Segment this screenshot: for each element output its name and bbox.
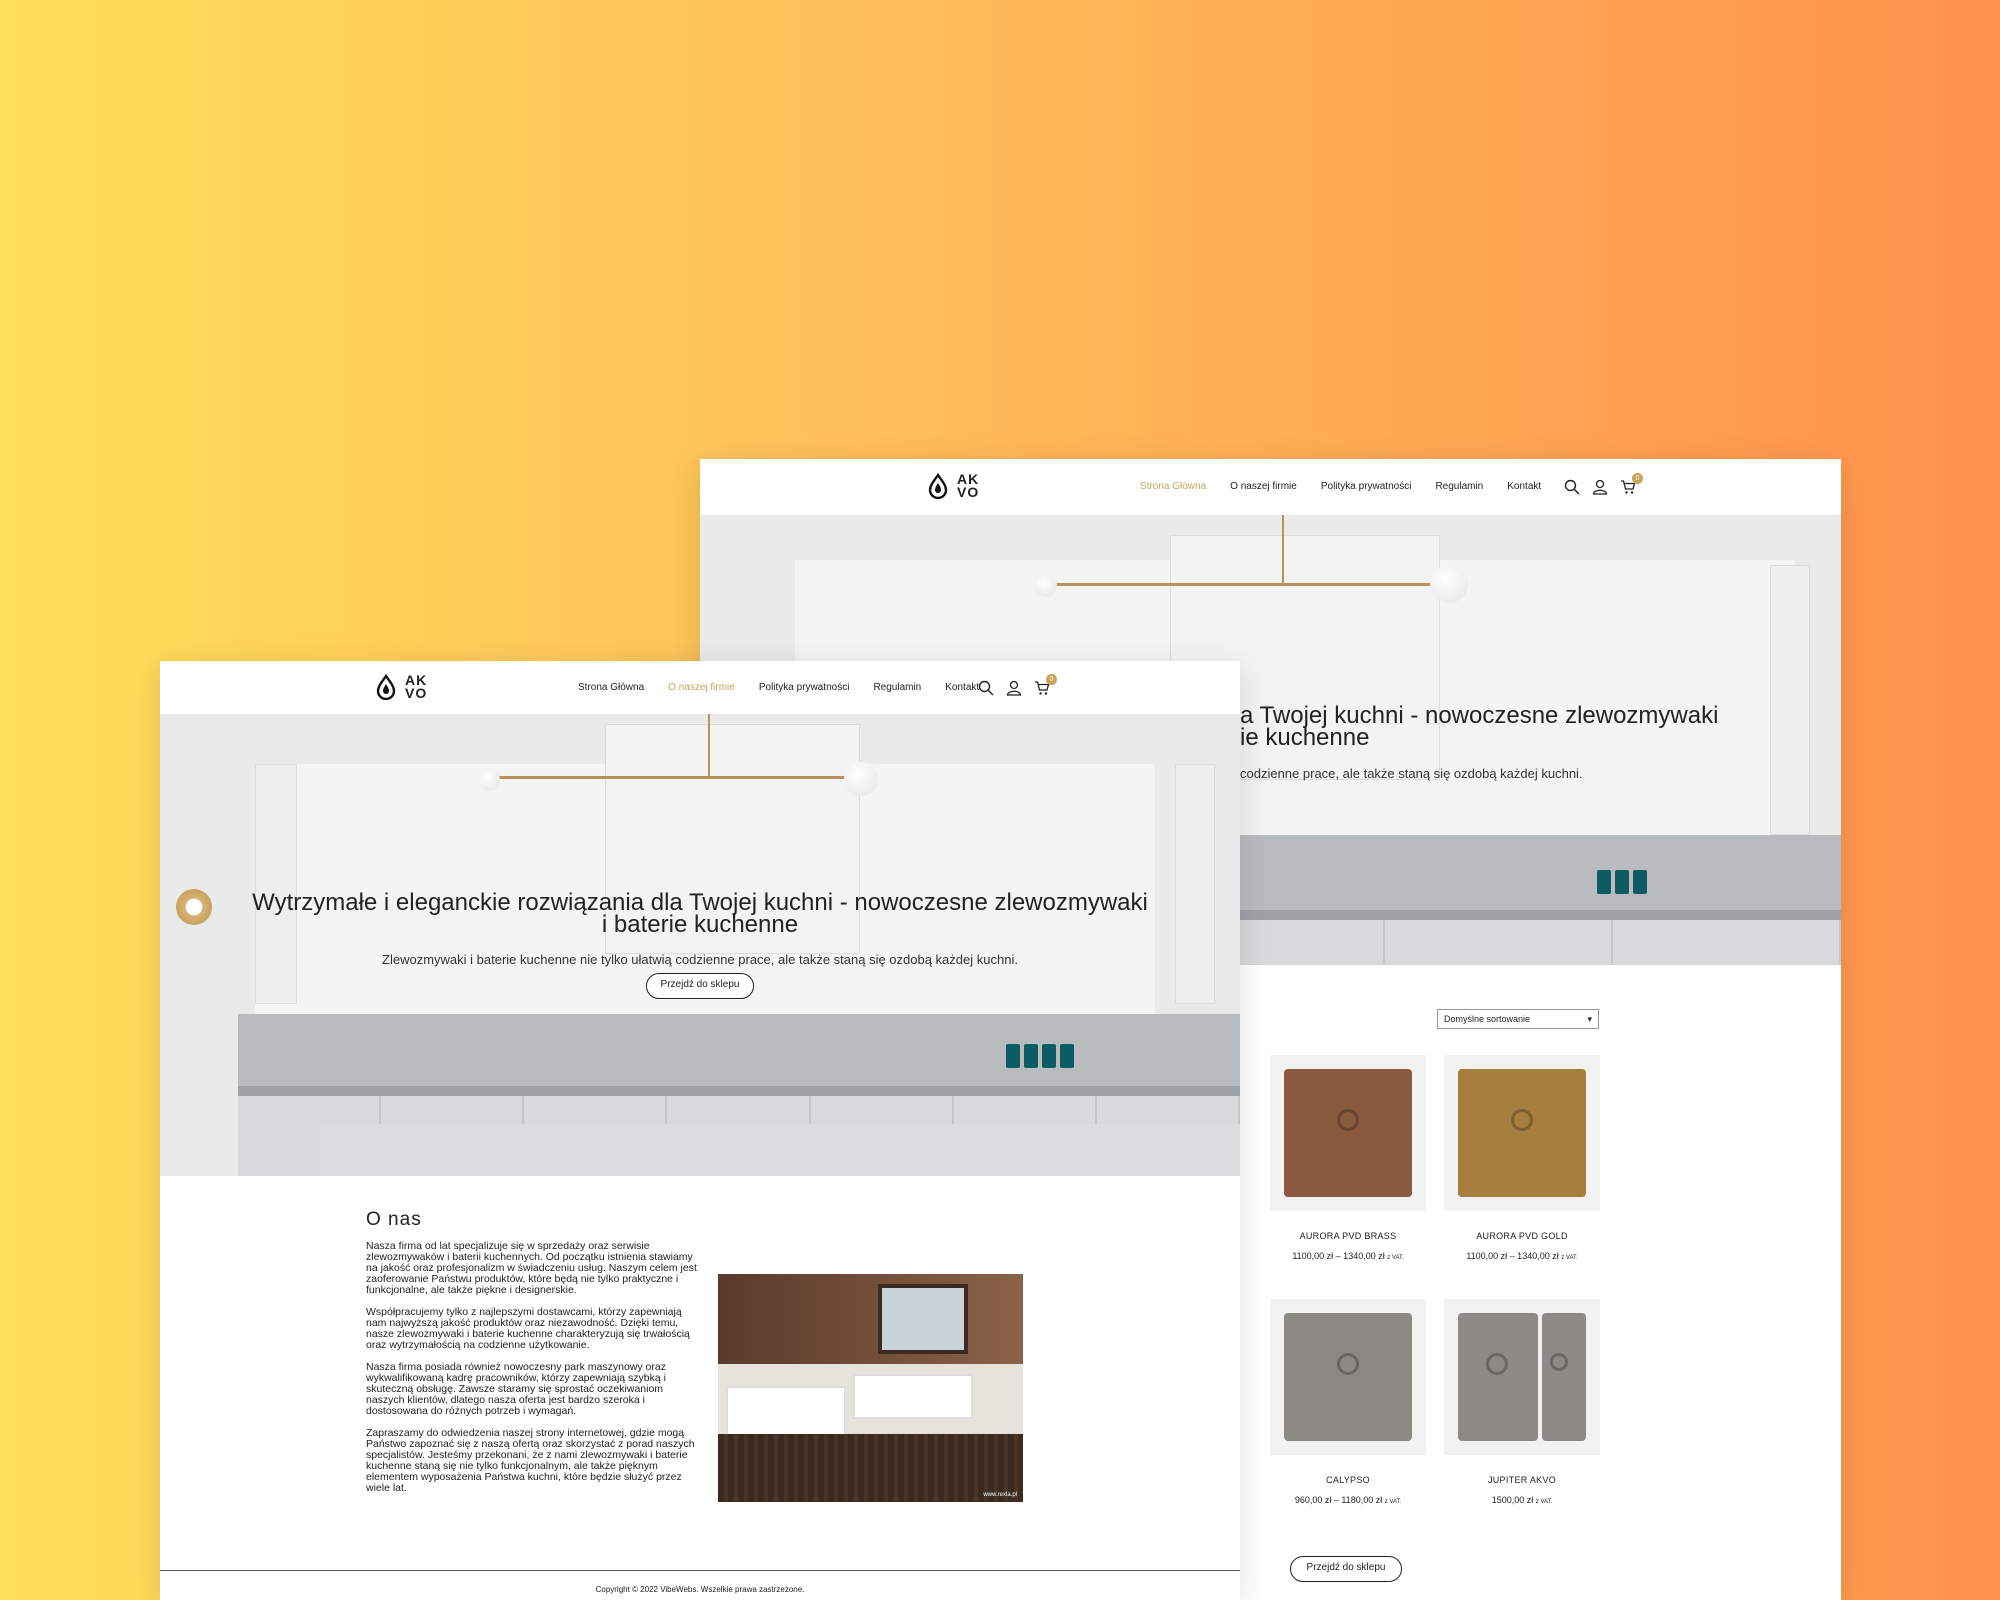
about-text: Nasza firma od lat specjalizuje się w sp…: [366, 1241, 701, 1505]
footer-divider: [160, 1570, 1240, 1571]
nav-about[interactable]: O naszej firmie: [1230, 481, 1297, 492]
cart-count-badge: 0: [1046, 674, 1057, 685]
header-icons: 0: [1564, 473, 1643, 495]
nav-contact[interactable]: Kontakt: [1507, 481, 1541, 492]
cart-button[interactable]: 0: [1620, 473, 1643, 495]
product-image[interactable]: [1444, 1299, 1600, 1455]
nav-contact[interactable]: Kontakt: [945, 682, 979, 693]
product-image[interactable]: [1270, 1055, 1426, 1211]
product-price: 960,00 zł – 1180,00 zł z VAT.: [1294, 1495, 1402, 1505]
go-to-shop-button[interactable]: Przejdź do sklepu: [1290, 1556, 1402, 1582]
sort-select[interactable]: Domyślne sortowanie ▾: [1437, 1009, 1599, 1029]
go-to-shop-button[interactable]: Przejdź do sklepu: [646, 973, 754, 999]
nav-terms[interactable]: Regulamin: [873, 682, 921, 693]
product-image[interactable]: [1444, 1055, 1600, 1211]
header: AK VO Strona Główna O naszej firmie Polit…: [160, 661, 1240, 714]
about-paragraph: Nasza firma posiada również nowoczesny p…: [366, 1361, 666, 1417]
nav-home[interactable]: Strona Główna: [1140, 481, 1206, 492]
nav-home[interactable]: Strona Główna: [578, 682, 644, 693]
photo-watermark: www.rexla.pl: [983, 1492, 1017, 1498]
search-icon[interactable]: [1564, 479, 1580, 495]
main-nav: Strona Główna O naszej firmie Polityka p…: [578, 682, 979, 693]
product-card[interactable]: JUPITER AKVO 1500,00 zł z VAT.: [1442, 1299, 1602, 1505]
product-name[interactable]: AURORA PVD BRASS: [1268, 1231, 1428, 1241]
product-price: 1100,00 zł – 1340,00 zł z VAT.: [1292, 1251, 1404, 1261]
nav-terms[interactable]: Regulamin: [1435, 481, 1483, 492]
header-icons: 0: [978, 674, 1057, 696]
hero-title: Wytrzymałe i eleganckie rozwiązania dla …: [252, 889, 1148, 938]
product-card[interactable]: AURORA PVD GOLD 1100,00 zł – 1340,00 zł …: [1442, 1055, 1602, 1261]
logo-text: AK VO: [405, 672, 428, 701]
main-nav: Strona Główna O naszej firmie Polityka p…: [1140, 481, 1541, 492]
user-icon[interactable]: [1006, 680, 1022, 696]
nav-about[interactable]: O naszej firmie: [668, 682, 735, 693]
product-name[interactable]: JUPITER AKVO: [1442, 1475, 1602, 1485]
chevron-down-icon: ▾: [1587, 1013, 1592, 1024]
drop-logo-icon: [376, 674, 396, 700]
about-heading: O nas: [366, 1209, 422, 1230]
header: AK VO Strona Główna O naszej firmie Polit…: [700, 459, 1841, 515]
about-paragraph: Współpracujemy tylko z najlepszymi dosta…: [366, 1306, 690, 1351]
cart-button[interactable]: 0: [1034, 674, 1057, 696]
cart-count-badge: 0: [1632, 473, 1643, 484]
search-icon[interactable]: [978, 680, 994, 696]
sink-photo: www.rexla.pl: [718, 1274, 1023, 1502]
hero-subtitle-partial: codzienne prace, ale także staną się ozd…: [1240, 766, 1583, 781]
product-price: 1100,00 zł – 1340,00 zł z VAT.: [1466, 1251, 1578, 1261]
copyright: Copyright © 2022 VibeWebs. Wszelkie praw…: [595, 1585, 805, 1594]
logo[interactable]: AK VO: [373, 672, 435, 701]
product-card[interactable]: AURORA PVD BRASS 1100,00 zł – 1340,00 zł…: [1268, 1055, 1428, 1261]
nav-privacy[interactable]: Polityka prywatności: [759, 682, 850, 693]
logo[interactable]: AK VO: [925, 471, 987, 500]
user-icon[interactable]: [1592, 479, 1608, 495]
hero-title-partial: a Twojej kuchni - nowoczesne zlewozmywak…: [1240, 702, 1719, 751]
nav-privacy[interactable]: Polityka prywatności: [1321, 481, 1412, 492]
product-image[interactable]: [1270, 1299, 1426, 1455]
front-window: AK VO Strona Główna O naszej firmie Polit…: [160, 661, 1240, 1600]
product-name[interactable]: CALYPSO: [1268, 1475, 1428, 1485]
about-paragraph: Zapraszamy do odwiedzenia naszej strony …: [366, 1427, 695, 1494]
product-name[interactable]: AURORA PVD GOLD: [1442, 1231, 1602, 1241]
about-paragraph: Nasza firma od lat specjalizuje się w sp…: [366, 1240, 697, 1296]
logo-text: AK VO: [957, 471, 980, 500]
hero-image: Wytrzymałe i eleganckie rozwiązania dla …: [160, 714, 1240, 1176]
drop-logo-icon: [928, 473, 948, 499]
hero-subtitle: Zlewozmywaki i baterie kuchenne nie tylk…: [382, 952, 1018, 967]
product-card[interactable]: CALYPSO 960,00 zł – 1180,00 zł z VAT.: [1268, 1299, 1428, 1505]
product-price: 1500,00 zł z VAT.: [1491, 1495, 1553, 1505]
